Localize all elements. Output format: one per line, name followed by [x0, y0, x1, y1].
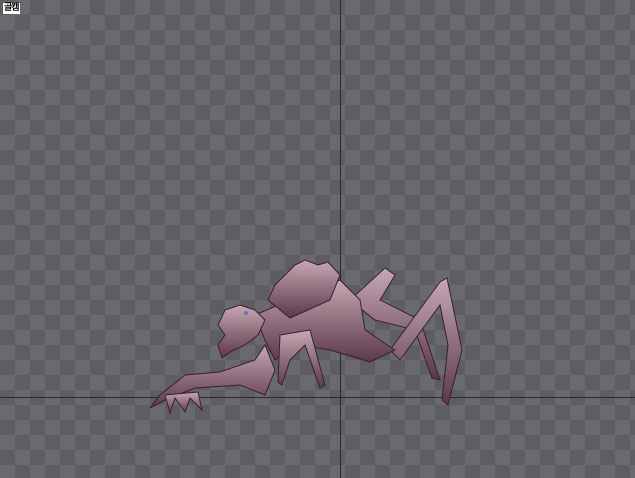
creature-sprite[interactable]	[0, 0, 635, 478]
creature-head	[217, 304, 266, 359]
creature-eye	[244, 311, 248, 315]
claws	[164, 391, 203, 415]
